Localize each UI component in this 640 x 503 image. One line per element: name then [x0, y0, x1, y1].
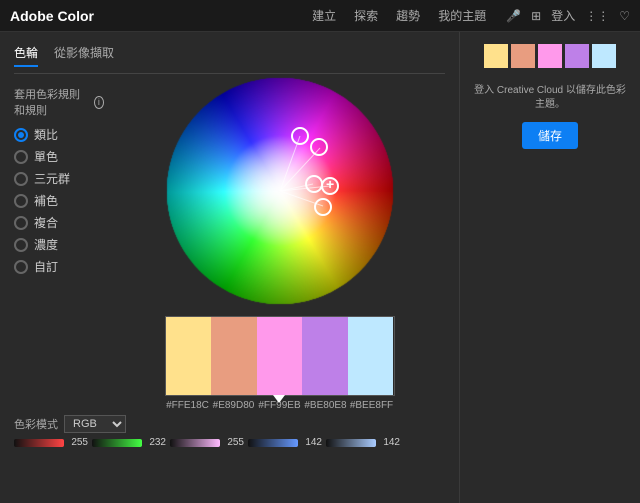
radio-monochrome[interactable]: 單色 [14, 148, 104, 165]
apps-icon[interactable]: ⋮⋮ [585, 9, 609, 23]
radio-custom[interactable]: 自訂 [14, 258, 104, 275]
channel-b-value: 255 [222, 437, 244, 448]
app-logo: Adobe Color [10, 8, 94, 24]
swatch-3[interactable] [302, 317, 348, 395]
radio-group: 類比 單色 三元群 補色 [14, 126, 104, 275]
radio-dot-shades [14, 238, 28, 252]
tab-color-wheel[interactable]: 色輪 [14, 44, 38, 67]
info-icon[interactable]: i [94, 96, 104, 109]
hex-4: #BEE8FF [349, 400, 395, 411]
right-panel: 登入 Creative Cloud 以儲存此色彩主題。 儲存 [460, 32, 640, 503]
nav-mythemes[interactable]: 我的主題 [438, 7, 486, 24]
channel-g-value: 232 [144, 437, 166, 448]
radio-dot-complementary [14, 194, 28, 208]
radio-dot-triad [14, 172, 28, 186]
radio-complementary[interactable]: 補色 [14, 192, 104, 209]
hex-3: #BE80E8 [303, 400, 349, 411]
save-description: 登入 Creative Cloud 以儲存此色彩主題。 [470, 84, 630, 112]
channel-b-gradient [170, 439, 220, 447]
rules-label: 套用色彩規則和規則 i [14, 86, 104, 118]
header-icons: 🎤 ⊞ 登入 ⋮⋮ ♡ [506, 7, 630, 24]
channel-r: 255 [14, 437, 88, 448]
radio-dot-compound [14, 216, 28, 230]
mini-swatch-0[interactable] [484, 44, 508, 68]
channel-4-gradient [248, 439, 298, 447]
tabs: 色輪 從影像擷取 [14, 44, 445, 74]
radio-dot-analogous [14, 128, 28, 142]
dot-lines-svg [165, 76, 395, 306]
swatch-0[interactable] [166, 317, 212, 395]
radio-analogous[interactable]: 類比 [14, 126, 104, 143]
grid-icon[interactable]: ⊞ [531, 9, 541, 23]
hex-1: #E89D80 [211, 400, 257, 411]
swatches-row [165, 316, 395, 396]
radio-compound[interactable]: 複合 [14, 214, 104, 231]
rgb-row: 255 232 255 142 142 [14, 437, 445, 448]
mic-icon[interactable]: 🎤 [506, 9, 521, 23]
heart-icon[interactable]: ♡ [619, 9, 630, 23]
radio-shades[interactable]: 濃度 [14, 236, 104, 253]
mini-swatches [470, 44, 630, 68]
tab-image-extract[interactable]: 從影像擷取 [54, 44, 114, 67]
channel-4: 142 [248, 437, 322, 448]
channel-r-value: 255 [66, 437, 88, 448]
radio-dot-monochrome [14, 150, 28, 164]
mini-swatch-3[interactable] [565, 44, 589, 68]
swatch-4[interactable] [348, 317, 394, 395]
swatch-arrow [273, 395, 285, 403]
mini-swatch-2[interactable] [538, 44, 562, 68]
save-button[interactable]: 儲存 [522, 122, 578, 149]
nav-explore[interactable]: 探索 [354, 7, 378, 24]
channel-4-value: 142 [300, 437, 322, 448]
color-mode-label: 色彩模式 [14, 416, 58, 432]
channel-5: 142 [326, 437, 400, 448]
channel-g: 232 [92, 437, 166, 448]
channel-5-gradient [326, 439, 376, 447]
swatch-1[interactable] [211, 317, 257, 395]
swatches-area: #FFE18C #E89D80 #FF99EB #BE80E8 #BEE8FF [165, 316, 395, 411]
color-wheel-container[interactable]: + [165, 76, 395, 306]
channel-g-gradient [92, 439, 142, 447]
radio-dot-custom [14, 260, 28, 274]
left-panel: 色輪 從影像擷取 套用色彩規則和規則 i 類比 單色 [0, 32, 460, 503]
mini-swatch-1[interactable] [511, 44, 535, 68]
login-link[interactable]: 登入 [551, 7, 575, 24]
color-mode-row: 色彩模式 RGB HSB LAB CMYK [14, 415, 445, 433]
hex-0: #FFE18C [165, 400, 211, 411]
channel-r-gradient [14, 439, 64, 447]
mini-swatch-4[interactable] [592, 44, 616, 68]
nav-trends[interactable]: 趨勢 [396, 7, 420, 24]
main-container: 色輪 從影像擷取 套用色彩規則和規則 i 類比 單色 [0, 32, 640, 503]
color-mode-select[interactable]: RGB HSB LAB CMYK [64, 415, 126, 433]
main-nav: 建立 探索 趨勢 我的主題 [312, 7, 486, 24]
swatch-2[interactable] [257, 317, 303, 395]
header: Adobe Color 建立 探索 趨勢 我的主題 🎤 ⊞ 登入 ⋮⋮ ♡ [0, 0, 640, 32]
radio-triad[interactable]: 三元群 [14, 170, 104, 187]
nav-create[interactable]: 建立 [312, 7, 336, 24]
channel-5-value: 142 [378, 437, 400, 448]
channel-b: 255 [170, 437, 244, 448]
